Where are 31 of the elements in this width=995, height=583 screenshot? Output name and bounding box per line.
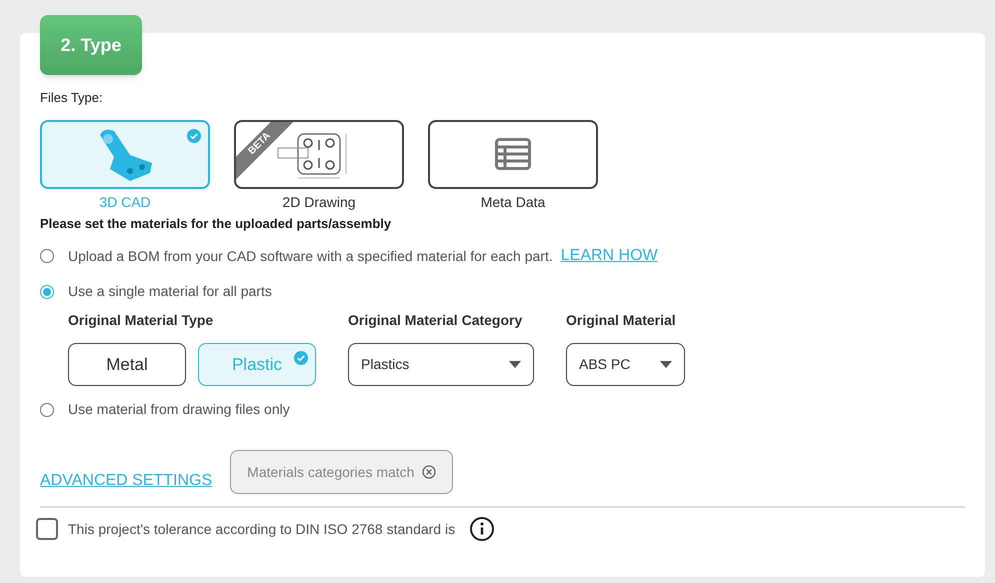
- file-type-tile[interactable]: [40, 120, 210, 188]
- learn-how-link[interactable]: LEARN HOW: [560, 244, 658, 268]
- tile-label: 3D CAD: [99, 192, 151, 212]
- option-label: Use material from drawing files only: [68, 400, 290, 419]
- section-label: Files Type:: [40, 89, 104, 107]
- material-dropdown[interactable]: ABS PC: [566, 343, 685, 386]
- option-label: Upload a BOM from your CAD software with a specified material for each part.: [68, 246, 553, 266]
- step-badge: 2. Type: [40, 15, 142, 75]
- category-dropdown[interactable]: Plastics: [348, 343, 534, 386]
- advanced-settings-link[interactable]: ADVANCED SETTINGS: [40, 469, 212, 493]
- radio-button[interactable]: [40, 402, 54, 416]
- radio-button[interactable]: [40, 249, 54, 263]
- field-label: Original Material: [566, 311, 677, 330]
- filter-chip[interactable]: Materials categories match: [230, 450, 454, 494]
- info-icon[interactable]: [469, 516, 496, 542]
- option-label: Use a single material for all parts: [68, 282, 272, 301]
- radio-button[interactable]: [40, 284, 54, 298]
- section-heading: Please set the materials for the uploaded parts/assembly: [40, 214, 392, 233]
- caret-icon: [660, 361, 672, 368]
- material-type-option[interactable]: Plastic: [198, 343, 316, 386]
- field-label: Original Material Category: [348, 311, 524, 330]
- file-type-tile[interactable]: [428, 120, 598, 188]
- close-icon[interactable]: [422, 465, 436, 479]
- tile-label: Meta Data: [480, 192, 546, 212]
- tolerance-label: This project's tolerance according to DIN ISO 2768 standard is: [68, 520, 456, 539]
- tile-label: 2D Drawing: [282, 192, 356, 212]
- checkbox[interactable]: [36, 518, 58, 540]
- table-icon: [495, 138, 531, 170]
- field-label: Original Material Type: [68, 311, 214, 330]
- material-type-option[interactable]: Metal: [68, 343, 186, 386]
- caret-icon: [509, 361, 521, 368]
